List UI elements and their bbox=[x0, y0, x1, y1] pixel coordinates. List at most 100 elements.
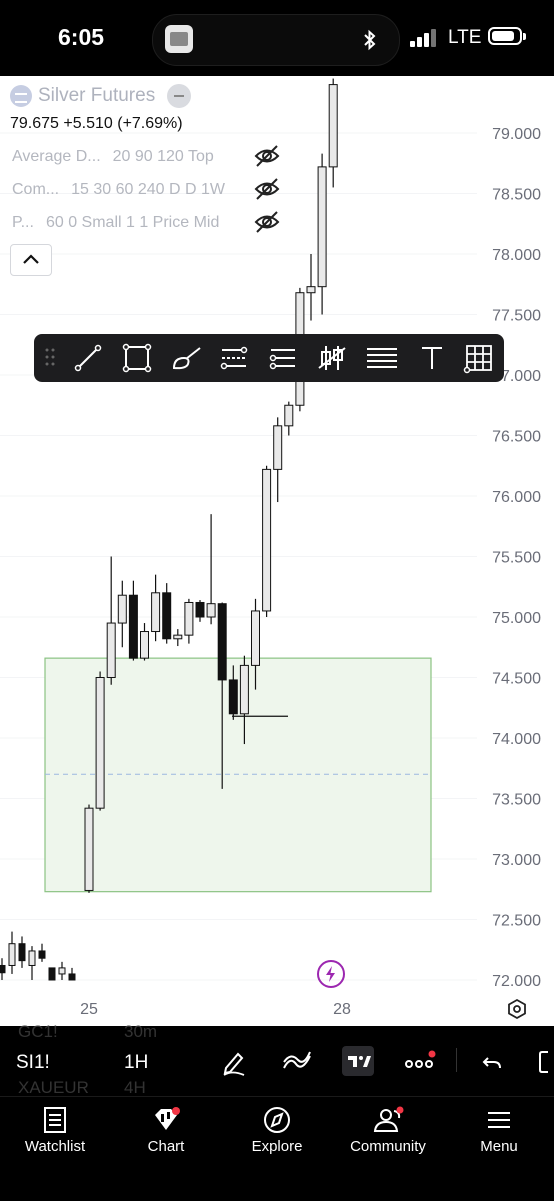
tradingview-logo-button[interactable] bbox=[342, 1046, 374, 1076]
rectangle-icon[interactable] bbox=[121, 342, 153, 374]
candle-body bbox=[84, 807, 94, 891]
cellular-signal-icon bbox=[410, 29, 436, 47]
chart-icon bbox=[155, 1107, 180, 1130]
candle-body bbox=[251, 610, 260, 666]
indicator-name: Average D... bbox=[12, 148, 101, 165]
candle-body bbox=[68, 973, 76, 981]
candle-body bbox=[206, 603, 216, 618]
interval-selector[interactable]: 1H bbox=[124, 1052, 148, 1074]
candle-body bbox=[140, 631, 149, 659]
undo-icon[interactable] bbox=[480, 1048, 504, 1076]
price-axis-label: 72.000 bbox=[492, 973, 541, 990]
chart-area[interactable]: 79.000 78.500 78.000 77.500 77.000 76.500 76.0… bbox=[0, 76, 554, 1026]
price-axis-label: 72.500 bbox=[492, 913, 541, 930]
indicator-args: 60 0 Small 1 1 Price Mid bbox=[45, 214, 220, 231]
last-price: 79.675 bbox=[10, 115, 59, 132]
price-axis-label: 77.500 bbox=[492, 308, 541, 325]
indicator-name: Com... bbox=[12, 181, 60, 198]
tab-label: Menu bbox=[480, 1138, 518, 1155]
fullscreen-icon[interactable] bbox=[536, 1048, 554, 1076]
drag-handle-icon[interactable] bbox=[40, 342, 60, 374]
hidden-eye-icon[interactable] bbox=[254, 210, 280, 234]
indicator-row[interactable]: Com... 15 30 60 240 D D 1W bbox=[12, 181, 225, 199]
price-axis-label: 78.500 bbox=[492, 187, 541, 204]
price-axis-label: 76.500 bbox=[492, 429, 541, 446]
candle-body bbox=[328, 84, 338, 168]
compass-icon bbox=[264, 1107, 290, 1133]
symbol-logo-icon bbox=[10, 85, 32, 107]
trend-line-icon[interactable] bbox=[72, 342, 104, 374]
battery-icon bbox=[488, 27, 526, 45]
candle-body bbox=[262, 468, 272, 612]
ghost-interval: 30m bbox=[124, 1022, 158, 1041]
candle-body bbox=[38, 950, 46, 959]
candle-body bbox=[239, 664, 249, 715]
candle-body bbox=[8, 943, 16, 966]
candle-body bbox=[306, 286, 316, 294]
fib-retracement-icon[interactable] bbox=[218, 342, 250, 374]
parallel-lines-icon[interactable] bbox=[365, 342, 399, 374]
alert-flash-icon[interactable] bbox=[317, 960, 345, 988]
price-axis-label: 75.500 bbox=[492, 550, 541, 567]
candle-body bbox=[0, 964, 6, 974]
price-axis-label: 76.000 bbox=[492, 489, 541, 506]
brush-icon[interactable] bbox=[170, 342, 204, 374]
tab-label: Chart bbox=[147, 1138, 185, 1155]
candle-body bbox=[48, 967, 56, 981]
candle-body bbox=[217, 603, 227, 681]
tab-label: Community bbox=[350, 1138, 426, 1155]
symbol-selector[interactable]: SI1! bbox=[16, 1052, 50, 1074]
indicator-name: P... bbox=[12, 214, 34, 231]
candle-body bbox=[184, 601, 194, 636]
price-axis-label: 73.000 bbox=[492, 852, 541, 869]
tab-label: Explore bbox=[251, 1138, 303, 1155]
price-axis-label: 74.000 bbox=[492, 731, 541, 748]
candle-body bbox=[317, 166, 327, 288]
chart-legend: Silver Futures 79.675 +5.510 (+7.69%) bbox=[10, 84, 192, 133]
indicators-icon[interactable] bbox=[282, 1048, 312, 1076]
symbol-name[interactable]: Silver Futures bbox=[38, 85, 155, 107]
tradingview-logo-icon bbox=[348, 1056, 371, 1067]
symbol-quote: 79.675 +5.510 (+7.69%) bbox=[10, 115, 191, 133]
indicator-row[interactable]: Average D... 20 90 120 Top bbox=[12, 148, 214, 166]
price-axis-label: 75.000 bbox=[492, 610, 541, 627]
indicator-row[interactable]: P... 60 0 Small 1 1 Price Mid bbox=[12, 214, 219, 232]
candle-body bbox=[18, 943, 26, 962]
candle-body bbox=[28, 950, 36, 966]
hamburger-menu-icon bbox=[488, 1112, 510, 1128]
drawing-toolbar[interactable] bbox=[34, 334, 504, 382]
chevron-up-icon bbox=[23, 254, 39, 264]
candle-body bbox=[58, 967, 66, 975]
price-axis-label: 79.000 bbox=[492, 126, 541, 143]
tab-label: Watchlist bbox=[24, 1138, 86, 1155]
now-playing-app-icon[interactable] bbox=[165, 25, 193, 53]
indicator-args: 15 30 60 240 D D 1W bbox=[71, 181, 225, 198]
toolbar-divider bbox=[456, 1048, 457, 1072]
collapse-legend-button[interactable] bbox=[10, 244, 52, 276]
hidden-eye-icon[interactable] bbox=[254, 144, 280, 168]
candle-body bbox=[128, 594, 138, 659]
price-axis-label: 73.500 bbox=[492, 792, 541, 809]
bluetooth-icon bbox=[364, 29, 376, 51]
text-tool-icon[interactable] bbox=[417, 342, 447, 374]
grid-icon[interactable] bbox=[463, 342, 495, 374]
hidden-eye-icon[interactable] bbox=[254, 177, 280, 201]
price-change: +5.510 bbox=[63, 115, 113, 132]
price-axis-label: 74.500 bbox=[492, 671, 541, 688]
status-time: 6:05 bbox=[58, 24, 105, 50]
horizontal-rays-icon[interactable] bbox=[267, 342, 299, 374]
drawing-pen-icon[interactable] bbox=[220, 1048, 248, 1076]
ghost-symbol: XAUEUR bbox=[18, 1078, 89, 1097]
lightning-icon bbox=[326, 966, 335, 982]
candle-body bbox=[173, 634, 183, 640]
price-change-pct: (+7.69%) bbox=[117, 115, 183, 132]
more-options-icon[interactable] bbox=[403, 1048, 437, 1076]
dynamic-island[interactable] bbox=[152, 14, 400, 66]
candle-body bbox=[195, 601, 205, 618]
price-axis-label: 78.000 bbox=[492, 247, 541, 264]
chart-settings-icon[interactable] bbox=[506, 998, 528, 1020]
tab-bar: Watchlist Chart Explore Community Menu bbox=[0, 1096, 554, 1201]
collapse-symbol-icon[interactable] bbox=[167, 84, 192, 108]
long-position-icon[interactable] bbox=[316, 342, 348, 374]
ghost-interval: 4H bbox=[124, 1078, 146, 1097]
